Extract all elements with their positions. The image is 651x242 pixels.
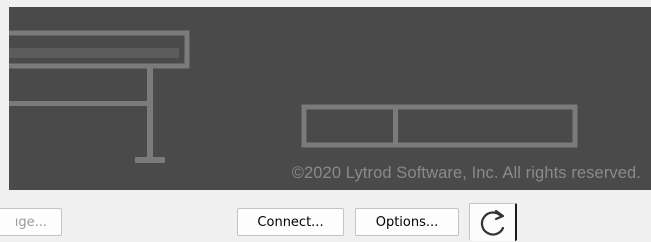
refresh-button[interactable] — [469, 203, 517, 241]
connect-button[interactable]: Connect... — [237, 208, 344, 236]
bench-leg — [147, 66, 153, 161]
banner: ©2020 Lytrod Software, Inc. All rights r… — [9, 7, 651, 190]
drawer-divider — [393, 107, 398, 145]
copyright-text: ©2020 Lytrod Software, Inc. All rights r… — [291, 164, 641, 182]
drawer-outline — [301, 104, 578, 148]
bench-logo-graphic — [9, 30, 578, 163]
options-button-label: Options... — [375, 214, 439, 230]
image-button-label: ıge... — [14, 214, 47, 230]
button-bar: ıge... Connect... Options... — [0, 190, 651, 242]
refresh-icon — [480, 209, 504, 236]
app-window: ©2020 Lytrod Software, Inc. All rights r… — [0, 0, 651, 242]
image-button[interactable]: ıge... — [0, 208, 62, 236]
options-button[interactable]: Options... — [355, 208, 459, 236]
connect-button-label: Connect... — [257, 214, 324, 230]
bench-foot — [135, 157, 165, 163]
bench-top-inner — [9, 48, 179, 58]
bench-rail — [9, 101, 153, 106]
